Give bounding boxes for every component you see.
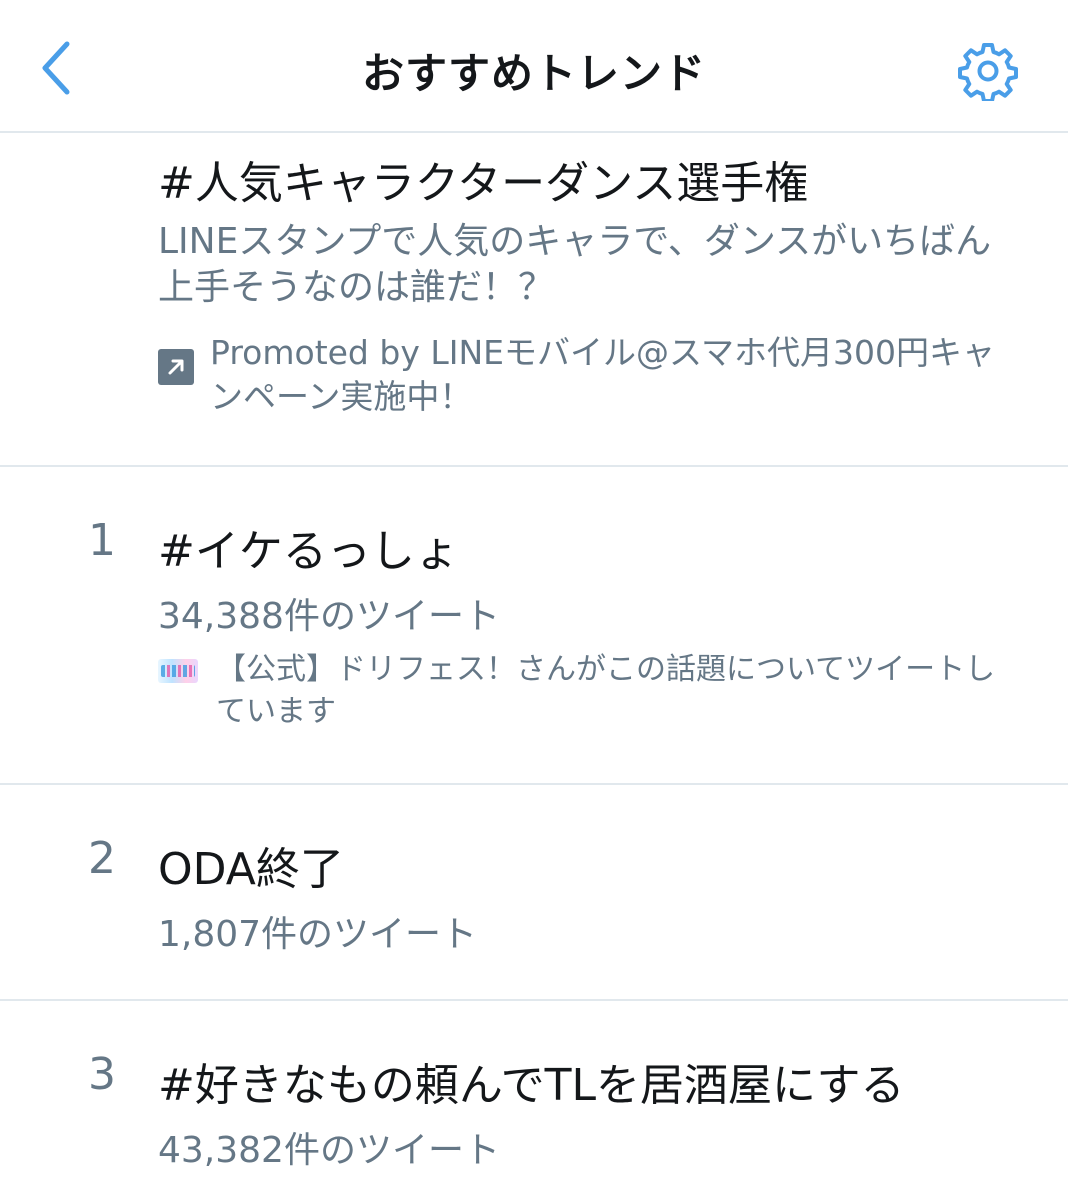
page-title: おすすめトレンド	[361, 49, 706, 98]
settings-button[interactable]	[952, 36, 1024, 106]
trend-row[interactable]: 2 ODA終了 1,807件のツイート	[0, 785, 1068, 1001]
trend-name: ODA終了	[158, 844, 344, 895]
trend-row[interactable]: 3 #好きなもの頼んでTLを居酒屋にする 43,382件のツイート	[0, 1001, 1068, 1200]
trend-rank: 2	[88, 833, 116, 884]
tweet-count: 1,807件のツイート	[158, 914, 478, 955]
trend-name: #人気キャラクターダンス選手権	[158, 158, 809, 209]
tweet-count: 34,388件のツイート	[158, 596, 500, 637]
promoted-context: Promoted by LINEモバイル@スマホ代月300円キャンペーン実施中！	[158, 331, 1018, 419]
account-avatar	[158, 659, 198, 683]
trend-row[interactable]: 1 #イケるっしょ 34,388件のツイート 【公式】ドリフェス！さんがこの話題…	[0, 467, 1068, 785]
promoted-by-text: Promoted by LINEモバイル@スマホ代月300円キャンペーン実施中！	[210, 333, 995, 416]
tweet-count: 43,382件のツイート	[158, 1130, 500, 1171]
nav-header: おすすめトレンド	[0, 0, 1068, 133]
trend-rank: 1	[88, 515, 116, 566]
trend-description: LINEスタンプで人気のキャラで、ダンスがいちばん上手そうなのは誰だ！？	[158, 221, 992, 308]
social-context-text: 【公式】ドリフェス！さんがこの話題についてツイートしています	[216, 652, 996, 729]
gear-icon	[958, 43, 1018, 101]
trend-name: #好きなもの頼んでTLを居酒屋にする	[158, 1060, 905, 1111]
trend-row-promoted[interactable]: #人気キャラクターダンス選手権 LINEスタンプで人気のキャラで、ダンスがいちば…	[0, 133, 1068, 467]
trend-name: #イケるっしょ	[158, 526, 459, 577]
promoted-arrow-icon	[158, 349, 194, 385]
social-context: 【公式】ドリフェス！さんがこの話題についてツイートしています	[158, 649, 1018, 733]
trend-rank: 3	[88, 1049, 116, 1100]
